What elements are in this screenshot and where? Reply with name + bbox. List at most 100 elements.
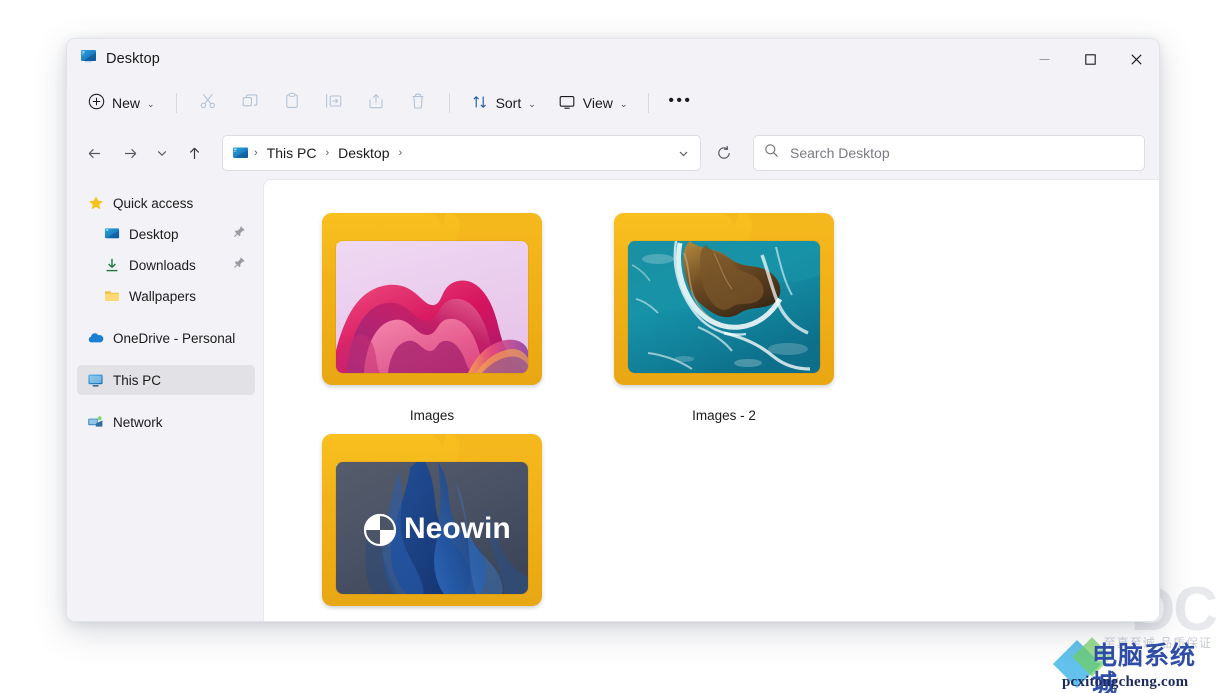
- rename-icon: [325, 92, 343, 115]
- watermark-url: pcxitongcheng.com: [1062, 674, 1189, 690]
- toolbar-divider: [175, 93, 177, 113]
- watermark-diamond-blue-icon: [1052, 639, 1102, 689]
- cut-button[interactable]: [188, 86, 228, 120]
- watermark-logo: 电脑系统城 pcxitongcheng.com: [1052, 637, 1220, 693]
- copy-button[interactable]: [230, 86, 270, 120]
- computer-icon: [87, 372, 104, 389]
- file-item-images-2[interactable]: Images - 2: [578, 202, 870, 423]
- sort-arrows-icon: [471, 93, 489, 114]
- new-button-label: New: [112, 95, 141, 111]
- back-button[interactable]: [76, 136, 112, 170]
- breadcrumb-separator: ›: [254, 147, 258, 159]
- folder-with-thumbnail-icon: [319, 206, 545, 392]
- navigation-pane: Quick access Desktop Downloads Wallpaper…: [67, 179, 263, 621]
- folder-thumbnail-aerial-coast: [628, 241, 820, 373]
- sidebar-item-label: Quick access: [113, 195, 194, 211]
- plus-circle-icon: [88, 93, 105, 113]
- minimize-button[interactable]: [1021, 39, 1067, 79]
- watermark-brand-cn: 电脑系统城: [1092, 642, 1197, 693]
- sidebar-item-label: This PC: [113, 372, 162, 388]
- delete-button[interactable]: [398, 86, 438, 120]
- sort-button[interactable]: Sort ⌄: [461, 86, 546, 120]
- pin-icon[interactable]: [233, 256, 246, 274]
- file-grid: Images Images - 2 Neowin: [264, 180, 1159, 621]
- file-item-images[interactable]: Images: [286, 202, 578, 423]
- sidebar-item-label: Network: [113, 414, 163, 430]
- screen: DC 至真至诚 品质保证 电脑系统城 pcxitongcheng.com Des…: [0, 0, 1222, 693]
- pin-icon[interactable]: [233, 225, 246, 243]
- watermark-tagline: 至真至诚 品质保证: [1103, 636, 1212, 650]
- watermark-diamond-green-icon: [1072, 637, 1112, 677]
- sidebar-item-quick-access[interactable]: Quick access: [77, 188, 255, 218]
- file-item-neowin[interactable]: Neowin Neowin.net: [286, 423, 578, 621]
- window-body: Quick access Desktop Downloads Wallpaper…: [67, 179, 1159, 621]
- search-input[interactable]: [788, 144, 1134, 162]
- toolbar-divider-2: [448, 93, 450, 113]
- address-path-icon: [232, 145, 249, 162]
- folder-thumbnail-neowin: Neowin: [336, 462, 528, 594]
- close-button[interactable]: [1113, 39, 1159, 79]
- sidebar-item-label: Wallpapers: [129, 288, 197, 304]
- share-button[interactable]: [356, 86, 396, 120]
- sidebar-item-desktop[interactable]: Desktop: [77, 219, 255, 249]
- file-explorer-window: Desktop New ⌄ Sort ⌄ View ⌄ ••• › This P…: [66, 38, 1160, 622]
- desktop-monitor-icon: [80, 48, 97, 70]
- window-controls: [1021, 39, 1159, 79]
- toolbar-divider-3: [648, 93, 650, 113]
- command-bar: New ⌄ Sort ⌄ View ⌄ •••: [67, 79, 1159, 127]
- download-arrow-icon: [103, 257, 120, 274]
- sidebar-item-network[interactable]: Network: [77, 407, 255, 437]
- folder-with-thumbnail-icon: Neowin: [319, 427, 545, 613]
- sidebar-item-wallpapers[interactable]: Wallpapers: [77, 281, 255, 311]
- recent-locations-button[interactable]: [148, 136, 176, 170]
- clipboard-icon: [283, 92, 301, 115]
- breadcrumb-desktop[interactable]: Desktop: [332, 142, 395, 164]
- star-icon: [87, 195, 104, 212]
- desktop-monitor-icon: [103, 226, 120, 243]
- file-item-label: Images: [409, 408, 455, 423]
- folder-with-thumbnail-icon: [611, 206, 837, 392]
- rename-button[interactable]: [314, 86, 354, 120]
- new-button[interactable]: New ⌄: [78, 86, 165, 120]
- breadcrumb-separator: ›: [325, 147, 330, 159]
- sidebar-item-this-pc[interactable]: This PC: [77, 365, 255, 395]
- sort-button-label: Sort: [495, 95, 522, 111]
- share-icon: [367, 92, 385, 115]
- search-box[interactable]: [753, 135, 1145, 171]
- scissors-icon: [199, 92, 217, 115]
- address-dropdown-button[interactable]: [670, 139, 696, 167]
- title-bar-left: Desktop: [67, 48, 160, 70]
- more-options-button[interactable]: •••: [660, 86, 700, 120]
- view-button-label: View: [582, 95, 613, 111]
- chevron-down-icon: ⌄: [619, 98, 628, 109]
- title-bar: Desktop: [67, 39, 1159, 79]
- paste-button[interactable]: [272, 86, 312, 120]
- up-button[interactable]: [176, 136, 212, 170]
- address-bar-row: › This PC › Desktop ›: [67, 127, 1159, 179]
- sidebar-item-label: Downloads: [129, 257, 196, 273]
- forward-button[interactable]: [112, 136, 148, 170]
- sidebar-item-label: OneDrive - Personal: [113, 330, 236, 346]
- maximize-button[interactable]: [1067, 39, 1113, 79]
- svg-text:Neowin: Neowin: [404, 512, 511, 545]
- refresh-button[interactable]: [707, 136, 741, 170]
- chevron-down-icon: ⌄: [147, 98, 155, 109]
- folder-icon: [103, 288, 120, 305]
- search-icon: [764, 143, 779, 163]
- view-button[interactable]: View ⌄: [548, 86, 638, 120]
- breadcrumb-this-pc[interactable]: This PC: [261, 142, 323, 164]
- cloud-icon: [87, 330, 104, 347]
- monitor-icon: [558, 93, 576, 114]
- sidebar-item-downloads[interactable]: Downloads: [77, 250, 255, 280]
- sidebar-item-onedrive[interactable]: OneDrive - Personal: [77, 323, 255, 353]
- network-icon: [87, 414, 104, 431]
- content-pane: Images Images - 2 Neowin: [263, 179, 1159, 621]
- folder-thumbnail-bloom-pink: [336, 241, 528, 373]
- copy-icon: [241, 92, 259, 115]
- address-bar[interactable]: › This PC › Desktop ›: [222, 135, 701, 171]
- window-title: Desktop: [106, 51, 160, 67]
- chevron-down-icon: ⌄: [528, 98, 536, 109]
- breadcrumb-separator: ›: [398, 147, 403, 159]
